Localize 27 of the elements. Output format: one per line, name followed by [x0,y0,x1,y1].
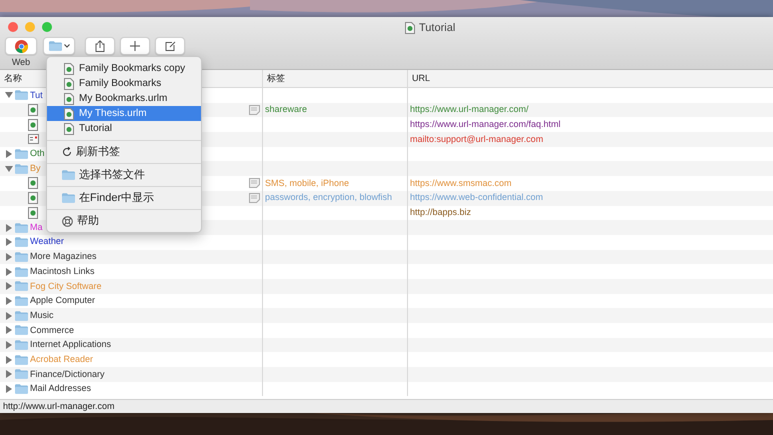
folder-name: Mail Addresses [30,382,92,396]
tags-text: shareware [265,103,308,116]
url-text: https://www.url-manager.com/ [410,103,529,116]
folder-name: Macintosh Links [30,264,95,278]
folder-name: Tut [30,88,43,102]
folder-name: Music [30,308,54,322]
toolbar-label: Web [12,56,30,68]
folder-name: Oth [30,147,45,160]
folder-name: Commerce [30,324,74,337]
folder-name: Finance/Dictionary [30,368,105,381]
folder-name: Ma [30,220,43,234]
url-text: https://www.url-manager.com/faq.html [410,118,561,131]
folder-name: More Magazines [30,250,97,264]
url-text: https://www.web-confidential.com [410,191,544,204]
folder-name: By [30,162,41,176]
url-text: https://www.smsmac.com [410,176,512,190]
tags-text: SMS, mobile, iPhone [265,176,350,190]
folder-name: Weather [30,235,64,248]
folder-name: Acrobat Reader [30,352,94,366]
folder-name: Fog City Software [30,280,102,293]
folder-name: Apple Computer [30,294,96,308]
url-text: mailto:support@url-manager.com [410,132,544,146]
url-text: http://bapps.biz [410,206,472,220]
window-title: Tutorial [419,21,456,36]
tags-text: passwords, encryption, blowfish [265,191,392,204]
status-text: http://www.url-manager.com [3,400,115,413]
folder-name: Internet Applications [30,338,112,352]
